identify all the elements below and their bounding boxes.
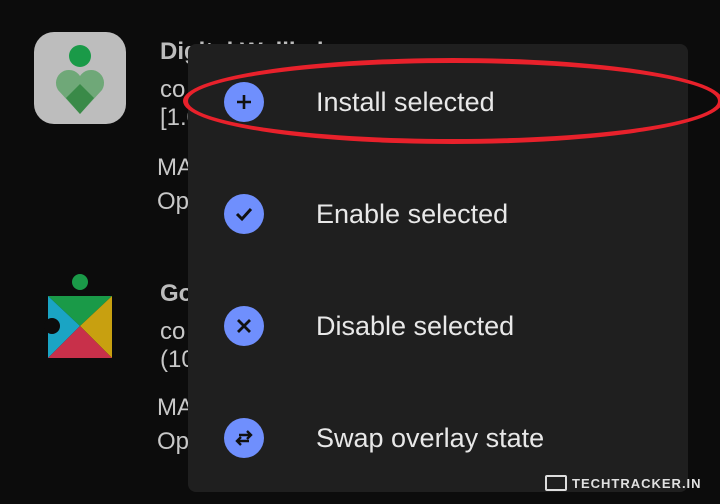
app-detail: Op (157, 428, 190, 455)
menu-item-label: Enable selected (316, 198, 509, 229)
menu-item-disable-selected[interactable]: Disable selected (188, 270, 688, 382)
x-icon (224, 306, 264, 346)
check-icon (224, 194, 264, 234)
play-services-icon (44, 274, 116, 358)
menu-item-enable-selected[interactable]: Enable selected (188, 158, 688, 270)
menu-item-label: Disable selected (316, 310, 515, 341)
digital-wellbeing-icon (34, 32, 126, 124)
app-package: co (160, 318, 186, 345)
browser-icon (545, 475, 567, 491)
context-menu: Install selected Enable selected Disable… (188, 44, 688, 492)
app-package: co (160, 76, 186, 103)
watermark: TECHTRACKER.IN (545, 475, 702, 491)
plus-icon (224, 82, 264, 122)
menu-item-install-selected[interactable]: Install selected (188, 46, 688, 158)
watermark-text: TECHTRACKER.IN (572, 475, 702, 491)
app-detail: Op (157, 188, 190, 215)
menu-item-label: Swap overlay state (316, 422, 545, 453)
swap-arrows-icon (224, 418, 264, 458)
menu-item-label: Install selected (316, 86, 495, 117)
